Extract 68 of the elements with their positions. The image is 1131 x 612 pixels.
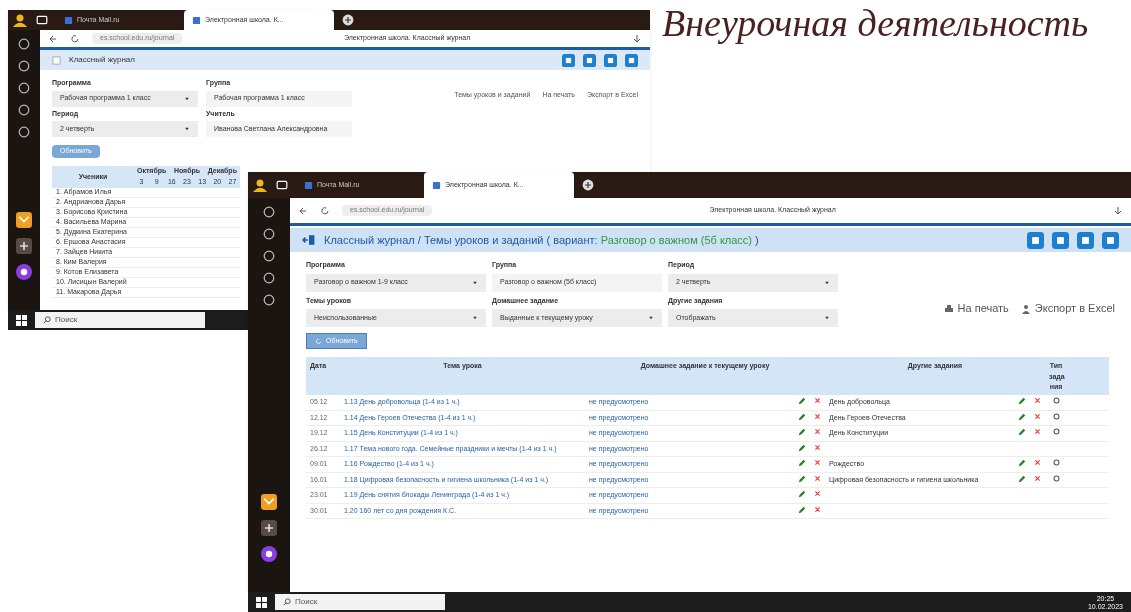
caret-icon [472, 279, 478, 286]
caret-icon [184, 95, 190, 102]
page-icon [304, 180, 313, 190]
mail-icon [16, 212, 32, 228]
assistant-icon [16, 264, 32, 280]
slide-title: Внеурочная деятельность [662, 4, 1089, 42]
search-field[interactable]: Поиск [275, 594, 445, 610]
app-icon [263, 228, 275, 240]
refresh-icon [315, 337, 322, 345]
reload-icon [70, 33, 80, 44]
delete-icon [814, 490, 821, 497]
download-icon [1113, 205, 1123, 216]
app-icon [263, 206, 275, 218]
search-icon [283, 598, 291, 606]
delete-icon [814, 505, 821, 513]
page-icon [64, 15, 73, 25]
profile-icon [252, 178, 268, 192]
add-icon [16, 238, 32, 254]
app-icon [18, 38, 30, 50]
add-icon [261, 520, 277, 536]
windows-icon [16, 314, 27, 326]
toolbar-link[interactable]: На печать [943, 268, 1009, 349]
delete-icon [1034, 474, 1041, 482]
page-heading: Классный журнал / Темы уроков и заданий ( вариант: Разговор о важном (5б класс) ) [324, 232, 759, 248]
app-icon [18, 126, 30, 138]
delete-icon [814, 443, 821, 451]
tabs-icon [276, 179, 288, 191]
delete-icon [1034, 412, 1041, 420]
person-icon [1020, 303, 1031, 314]
back-icon [48, 33, 58, 44]
add-icon [582, 179, 594, 191]
page-icon [432, 180, 441, 190]
app-icon [263, 294, 275, 306]
caret-icon [648, 315, 654, 321]
search-field[interactable]: Поиск [35, 312, 205, 328]
add-icon [342, 14, 354, 26]
delete-icon [814, 397, 821, 404]
assistant-icon [261, 546, 277, 562]
tabs-icon [36, 14, 48, 26]
app-icon [18, 104, 30, 116]
download-icon [632, 33, 642, 44]
page-header: Классный журнал [40, 50, 650, 70]
caret-icon [824, 315, 830, 321]
exit-icon [302, 234, 316, 246]
delete-icon [1034, 397, 1041, 404]
windows-icon [256, 596, 267, 608]
caret-icon [824, 279, 830, 286]
reload-icon [320, 205, 330, 216]
app-icon [263, 250, 275, 262]
mail-icon [261, 494, 277, 510]
printer-icon [943, 303, 954, 314]
delete-icon [814, 412, 821, 420]
delete-icon [1034, 428, 1041, 435]
app-icon [18, 60, 30, 72]
back-icon [298, 205, 308, 216]
checkbox-icon [52, 55, 61, 65]
toolbar-link[interactable]: Экспорт в Excel [1020, 268, 1115, 349]
app-icon [18, 82, 30, 94]
profile-icon [12, 13, 28, 27]
search-icon [43, 316, 51, 324]
delete-icon [814, 459, 821, 466]
delete-icon [1034, 459, 1041, 466]
page-icon [192, 15, 201, 25]
app-icon [263, 272, 275, 284]
delete-icon [814, 474, 821, 482]
caret-icon [472, 315, 478, 321]
caret-icon [184, 126, 190, 132]
delete-icon [814, 428, 821, 435]
